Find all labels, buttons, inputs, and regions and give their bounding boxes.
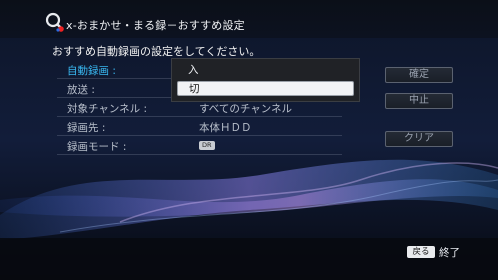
back-hint-label: 終了 — [439, 247, 460, 259]
setting-row-record-destination[interactable]: 録画先 : 本体ＨＤＤ — [57, 117, 342, 136]
on-off-dropdown[interactable]: 入 切 — [171, 58, 360, 102]
setting-label: 放送 : — [67, 84, 95, 96]
header-bar: x-おまかせ・まる録－おすすめ設定 — [0, 0, 498, 38]
magnifier-q-logo-icon — [45, 12, 64, 32]
confirm-button[interactable]: 確定 — [385, 67, 453, 83]
instruction-text: おすすめ自動録画の設定をしてください。 — [52, 45, 261, 58]
setting-row-record-mode[interactable]: 録画モード : DR — [57, 136, 342, 155]
dropdown-option-off[interactable]: 切 — [177, 81, 354, 96]
record-mode-badge: DR — [199, 141, 215, 150]
setting-label: 自動録画 : — [67, 65, 116, 77]
back-key-icon[interactable]: 戻る — [407, 246, 435, 258]
setting-label: 録画先 : — [67, 122, 106, 134]
setting-value: 本体ＨＤＤ — [199, 122, 252, 134]
dropdown-option-on[interactable]: 入 — [177, 63, 354, 78]
setting-value: すべてのチャンネル — [199, 103, 293, 115]
cancel-button[interactable]: 中止 — [385, 93, 453, 109]
clear-button[interactable]: クリア — [385, 131, 453, 147]
setting-label: 録画モード : — [67, 141, 127, 153]
setting-label: 対象チャンネル : — [67, 103, 148, 115]
page-title: x-おまかせ・まる録－おすすめ設定 — [66, 19, 245, 32]
